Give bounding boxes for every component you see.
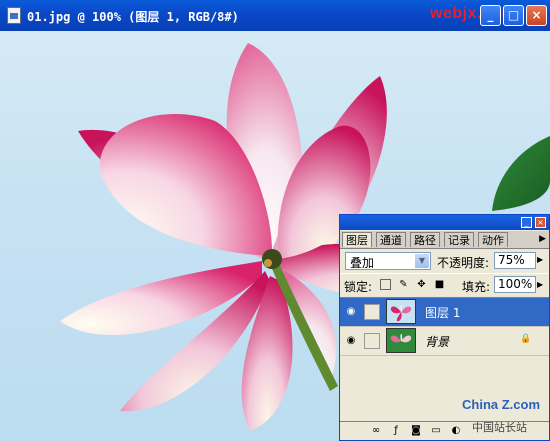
brush-icon[interactable]: [364, 304, 380, 320]
new-group-icon[interactable]: ▭: [430, 425, 442, 437]
opacity-input[interactable]: 75%: [494, 252, 536, 269]
document-title: 01.jpg @ 100% (图层 1, RGB/8#): [27, 10, 239, 24]
tab-history[interactable]: 记录: [444, 232, 474, 247]
layer-style-icon[interactable]: ƒ: [390, 425, 402, 437]
watermark-main-text: China Z.com: [462, 397, 541, 412]
lock-all-icon[interactable]: ■: [434, 279, 445, 290]
blend-mode-select[interactable]: 叠加 ▼: [345, 252, 431, 270]
fill-slider-arrow-icon[interactable]: ▶: [537, 278, 546, 292]
lock-row: 锁定: ✎ ✥ ■ 填充: 100% ▶: [340, 273, 549, 296]
chevron-down-icon[interactable]: ▼: [415, 254, 429, 268]
opacity-label: 不透明度:: [437, 256, 490, 270]
tab-layers[interactable]: 图层: [342, 232, 372, 247]
layer-row-background[interactable]: ◉ 背景 🔒: [340, 327, 549, 356]
eye-icon[interactable]: ◉: [344, 334, 358, 348]
lock-transparency-icon[interactable]: [380, 279, 391, 290]
layer-row-1[interactable]: ◉ 图层 1: [340, 298, 549, 327]
palette-titlebar[interactable]: _ ×: [340, 215, 549, 230]
lock-brush-icon[interactable]: ✎: [398, 279, 409, 290]
watermark-sub-text: 中国站长站: [472, 421, 527, 434]
minimize-button[interactable]: _: [480, 5, 501, 26]
fill-label: 填充:: [462, 280, 491, 294]
blend-mode-value: 叠加: [350, 256, 375, 270]
tab-channels[interactable]: 通道: [376, 232, 406, 247]
fill-input[interactable]: 100%: [494, 276, 536, 293]
layer-name: 图层 1: [425, 306, 461, 320]
eye-icon[interactable]: ◉: [344, 305, 358, 319]
layer-thumbnail: [386, 299, 416, 324]
opacity-slider-arrow-icon[interactable]: ▶: [537, 253, 546, 267]
link-layers-icon[interactable]: ∞: [370, 425, 382, 437]
palette-tabs: 图层 通道 路径 记录 动作 ▶: [340, 231, 549, 249]
lock-move-icon[interactable]: ✥: [416, 279, 427, 290]
blend-row: 叠加 ▼ 不透明度: 75% ▶: [340, 250, 549, 272]
document-titlebar[interactable]: 01.jpg @ 100% (图层 1, RGB/8#) webjx.com _…: [0, 0, 550, 31]
palette-close-button[interactable]: ×: [535, 217, 546, 228]
layer-thumbnail: [386, 328, 416, 353]
palette-minimize-button[interactable]: _: [521, 217, 532, 228]
link-cell[interactable]: [364, 333, 380, 349]
lock-label: 锁定:: [344, 280, 373, 294]
maximize-button[interactable]: □: [503, 5, 524, 26]
tab-paths[interactable]: 路径: [410, 232, 440, 247]
palette-menu-icon[interactable]: ▶: [539, 234, 546, 244]
bottom-watermark: China Z.com 中国站长站: [458, 393, 548, 439]
layer-name: 背景: [425, 335, 450, 349]
layer-mask-icon[interactable]: ◙: [410, 425, 422, 437]
close-button[interactable]: ×: [526, 5, 547, 26]
document-icon: [7, 7, 21, 24]
tab-actions[interactable]: 动作: [478, 232, 508, 247]
lock-icon: 🔒: [520, 334, 532, 344]
